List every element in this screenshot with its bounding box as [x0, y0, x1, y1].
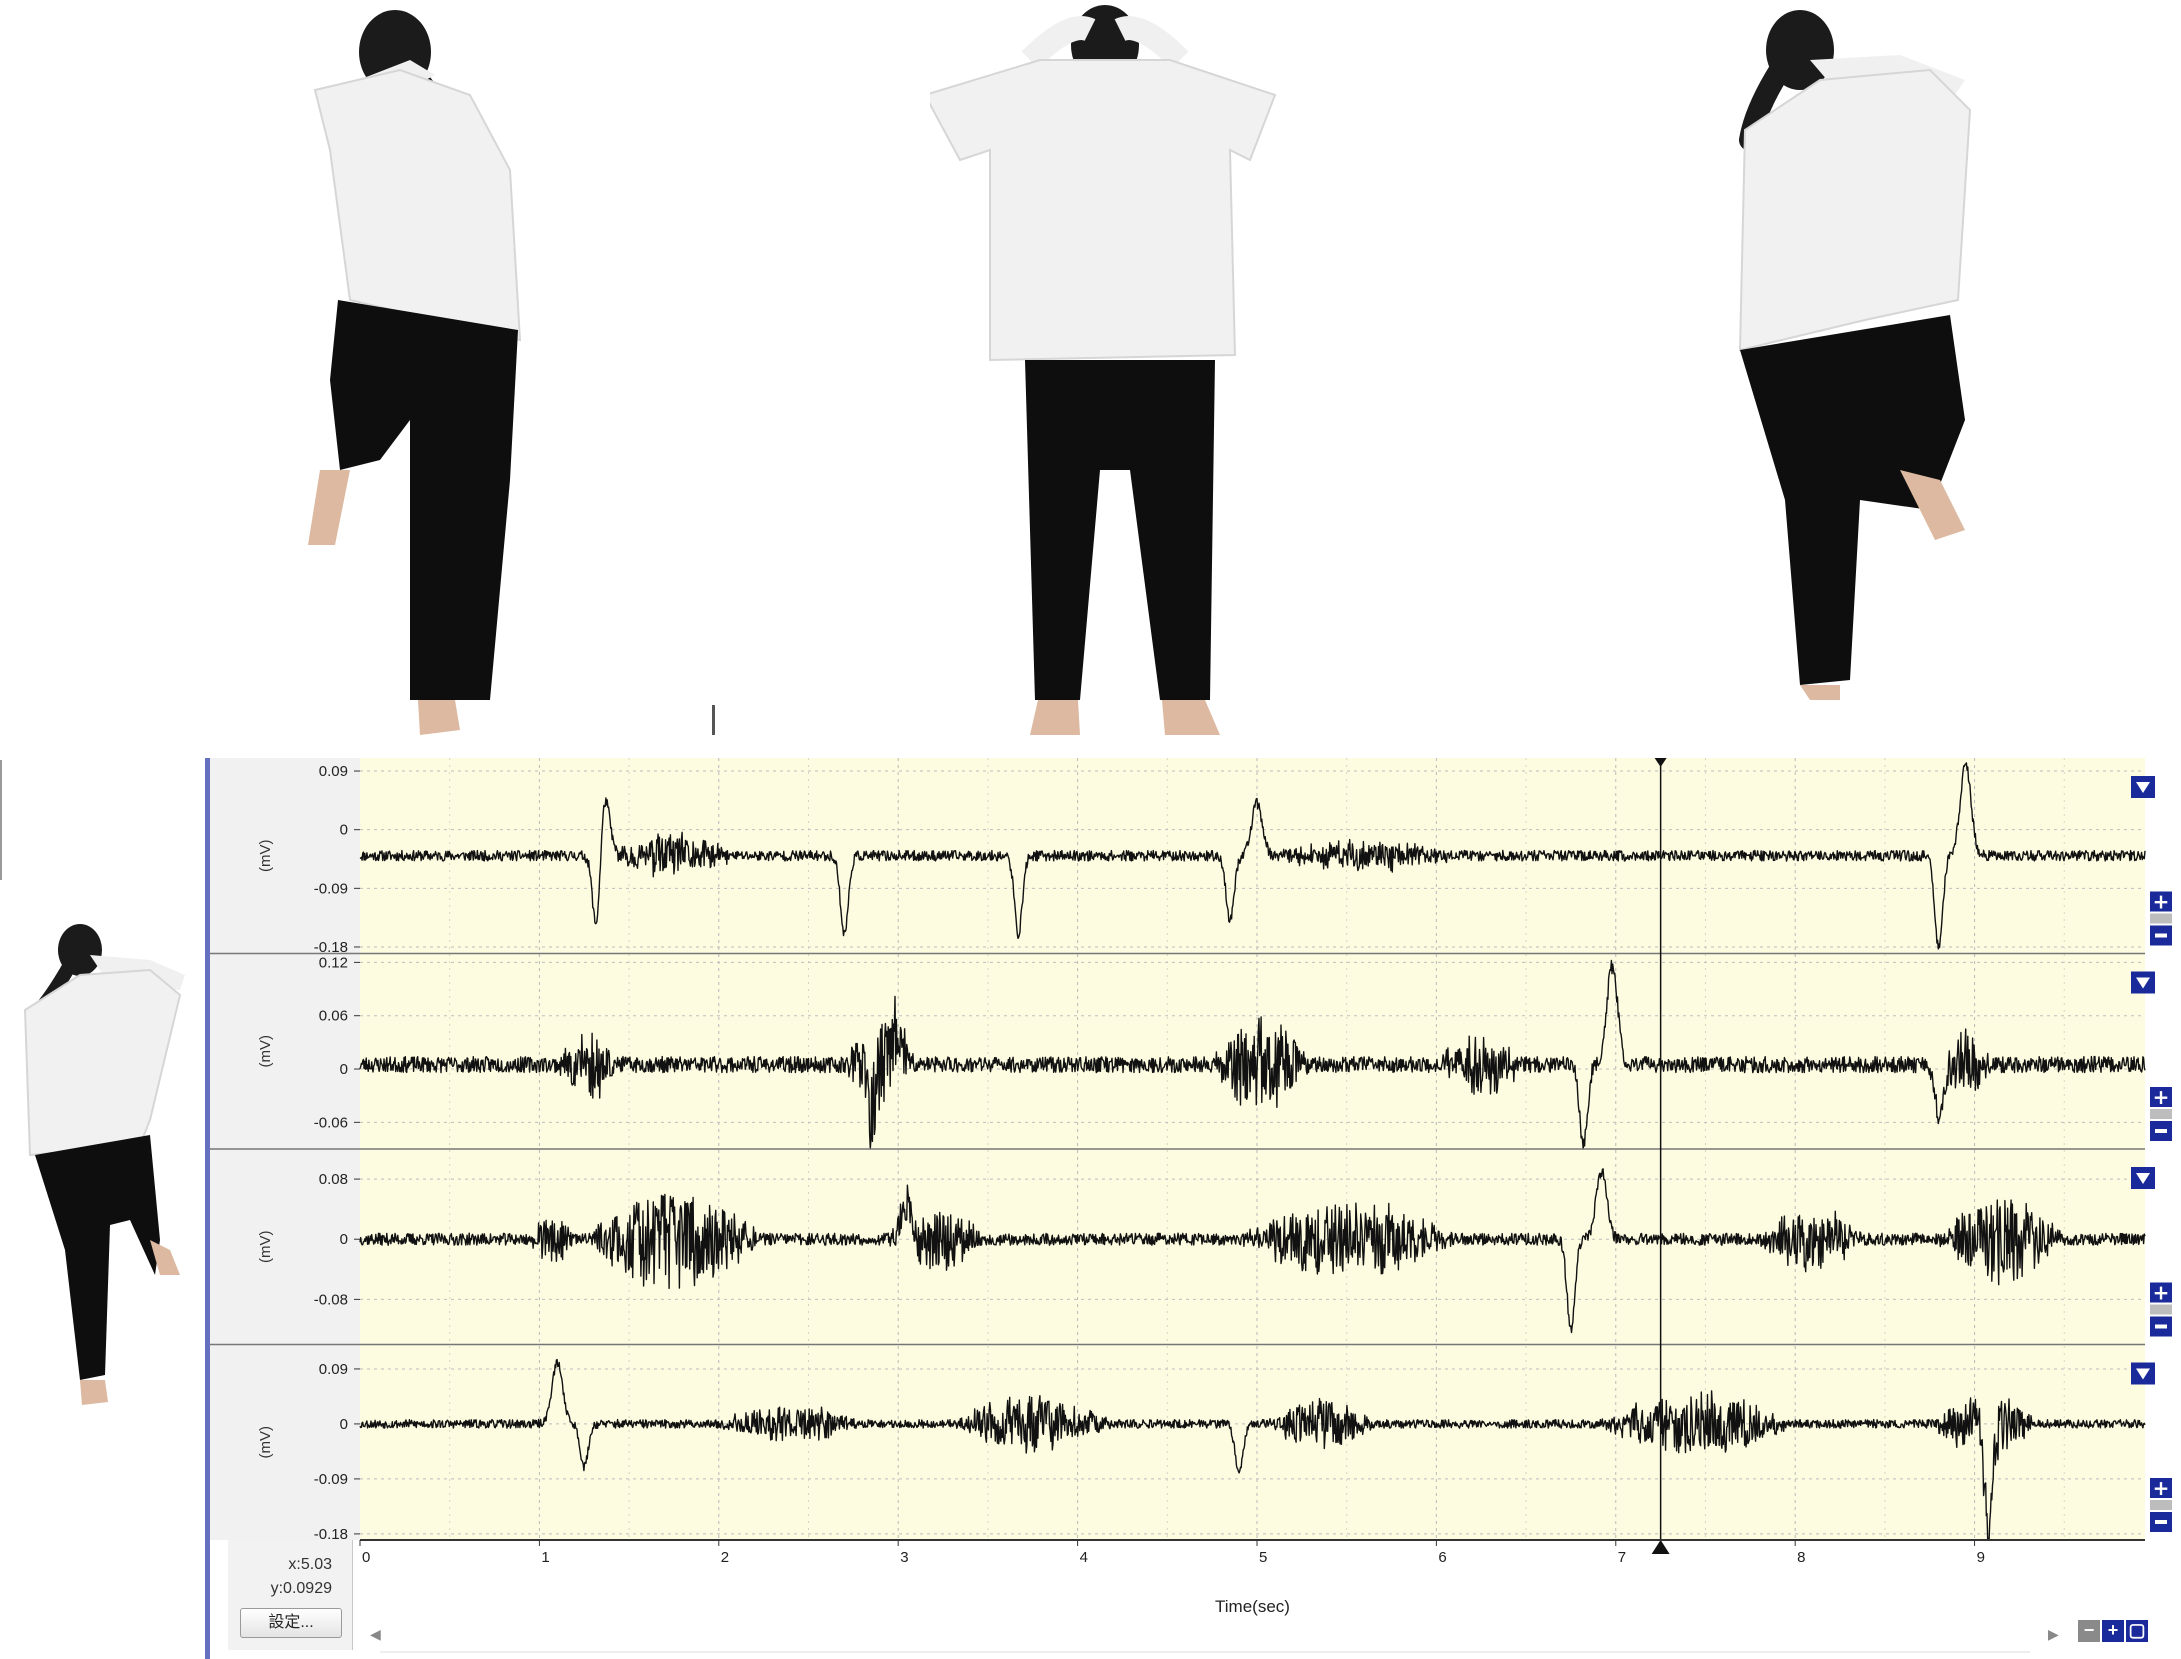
x-tick-label: 0 — [362, 1549, 370, 1566]
channel-y-axis-label: (mV) — [257, 1426, 274, 1459]
channel-zoom-divider — [2150, 1109, 2172, 1119]
x-tick-label: 2 — [721, 1549, 729, 1566]
x-tick-label: 3 — [900, 1549, 908, 1566]
plus-icon: + — [2153, 1281, 2170, 1305]
x-tick-label: 8 — [1797, 1549, 1805, 1566]
x-tick-label: 1 — [541, 1549, 549, 1566]
person-silhouette — [308, 10, 522, 735]
cursor-y-readout: y:0.0929 — [270, 1580, 332, 1597]
plus-icon: + — [2153, 1085, 2170, 1109]
plus-icon: + — [2153, 890, 2170, 914]
time-cursor-bottom-marker[interactable] — [1651, 1540, 1670, 1554]
channel-y-axis-label: (mV) — [257, 1231, 274, 1264]
scroll-left-arrow-icon[interactable]: ◀ — [370, 1626, 381, 1643]
minus-icon — [2155, 933, 2167, 938]
cursor-x-readout: x:5.03 — [288, 1556, 332, 1573]
y-tick-label: 0 — [340, 1061, 348, 1078]
time-zoom-out-icon[interactable]: − — [2078, 1620, 2100, 1642]
y-tick-label: 0.08 — [319, 1171, 348, 1188]
panel-control-column — [2145, 758, 2181, 1540]
emg-chart: 0.090-0.09-0.18(mV)+0.120.060-0.06(mV)+0… — [210, 758, 2181, 1653]
y-tick-label: -0.08 — [314, 1291, 348, 1308]
channel-y-axis-label: (mV) — [257, 1035, 274, 1068]
image-divider-left — [0, 760, 2, 880]
person-silhouette — [930, 5, 1277, 735]
y-tick-label: 0 — [340, 1416, 348, 1433]
y-tick-label: -0.09 — [314, 880, 348, 897]
y-tick-label: 0 — [340, 822, 348, 839]
x-tick-label: 9 — [1977, 1549, 1985, 1566]
x-tick-label: 6 — [1438, 1549, 1446, 1566]
channel-zoom-divider — [2150, 1304, 2172, 1315]
minus-icon — [2155, 1324, 2167, 1329]
y-tick-label: 0.09 — [319, 763, 348, 780]
y-tick-label: -0.09 — [314, 1471, 348, 1488]
channel-zoom-divider — [2150, 913, 2172, 924]
emg-viewer-window: 0.09 0 -0.09 -0.18 (mV) +0.12 0.06 0 -0.06 (mV) +0… — [205, 758, 2181, 1659]
x-axis-label: Time(sec) — [1215, 1597, 1290, 1616]
y-tick-label: 0 — [340, 1231, 348, 1248]
y-tick-label: 0.12 — [319, 954, 348, 971]
x-tick-label: 7 — [1618, 1549, 1626, 1566]
y-tick-label: 0.09 — [319, 1361, 348, 1378]
channel-zoom-divider — [2150, 1500, 2172, 1510]
minus-icon — [2155, 1129, 2167, 1133]
photo-leg-raised-right — [1700, 0, 2000, 705]
person-silhouette — [23, 924, 185, 1405]
minus-icon — [2155, 1520, 2167, 1524]
x-tick-label: 5 — [1259, 1549, 1267, 1566]
scroll-right-arrow-icon[interactable]: ▶ — [2048, 1626, 2059, 1643]
person-silhouette — [1738, 10, 1972, 700]
photo-leg-raised-small — [10, 920, 200, 1420]
y-tick-label: 0.06 — [319, 1008, 348, 1025]
channel-y-axis-label: (mV) — [257, 840, 274, 873]
photo-standing — [930, 0, 1280, 745]
plus-icon: + — [2153, 1476, 2170, 1500]
time-zoom-fit-icon[interactable]: ▢ — [2126, 1620, 2148, 1642]
photo-leg-raised-left — [260, 0, 590, 745]
image-divider-mark — [712, 705, 715, 735]
x-tick-label: 4 — [1080, 1549, 1088, 1566]
settings-button[interactable]: 設定... — [240, 1608, 342, 1638]
y-tick-label: -0.06 — [314, 1114, 348, 1131]
time-zoom-in-icon[interactable]: + — [2102, 1620, 2124, 1642]
